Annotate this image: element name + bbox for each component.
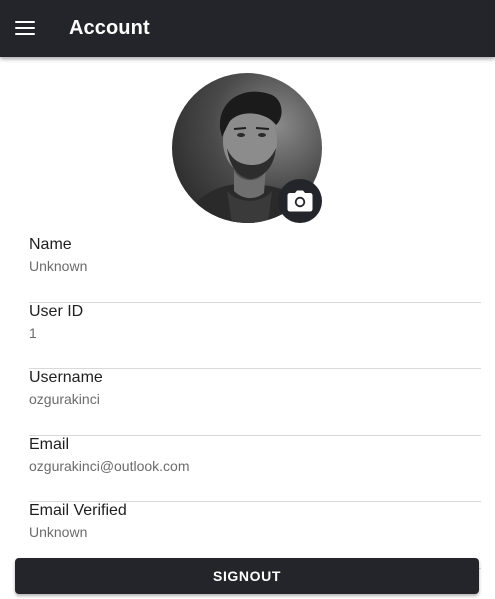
list-item-username: Username ozgurakinci bbox=[29, 369, 481, 436]
app-bar: Account bbox=[0, 0, 495, 57]
field-value: 1 bbox=[29, 324, 37, 341]
field-label: User ID bbox=[29, 302, 84, 320]
account-details-list: Name Unknown User ID 1 Username ozguraki… bbox=[29, 236, 481, 569]
field-value: ozgurakinci@outlook.com bbox=[29, 457, 190, 474]
menu-icon-line bbox=[15, 27, 35, 29]
profile-avatar-container bbox=[172, 73, 322, 223]
menu-icon[interactable] bbox=[15, 21, 35, 35]
change-photo-button[interactable] bbox=[278, 179, 322, 223]
field-label: Username bbox=[29, 369, 103, 386]
page-title: Account bbox=[69, 17, 150, 39]
field-value: Unknown bbox=[29, 524, 88, 540]
field-value: Unknown bbox=[29, 258, 88, 274]
field-label: Name bbox=[29, 236, 72, 253]
field-label: Email Verified bbox=[29, 502, 127, 519]
field-label: Email bbox=[29, 435, 70, 453]
menu-icon-line bbox=[15, 21, 35, 23]
signout-button[interactable]: SIGNOUT bbox=[15, 558, 479, 594]
field-value: ozgurakinci bbox=[29, 391, 100, 407]
list-item-name: Name Unknown bbox=[29, 236, 481, 303]
camera-icon bbox=[287, 190, 313, 212]
list-item-user-id: User ID 1 bbox=[29, 302, 481, 369]
menu-icon-line bbox=[15, 33, 35, 35]
list-item-email: Email ozgurakinci@outlook.com bbox=[29, 435, 481, 502]
